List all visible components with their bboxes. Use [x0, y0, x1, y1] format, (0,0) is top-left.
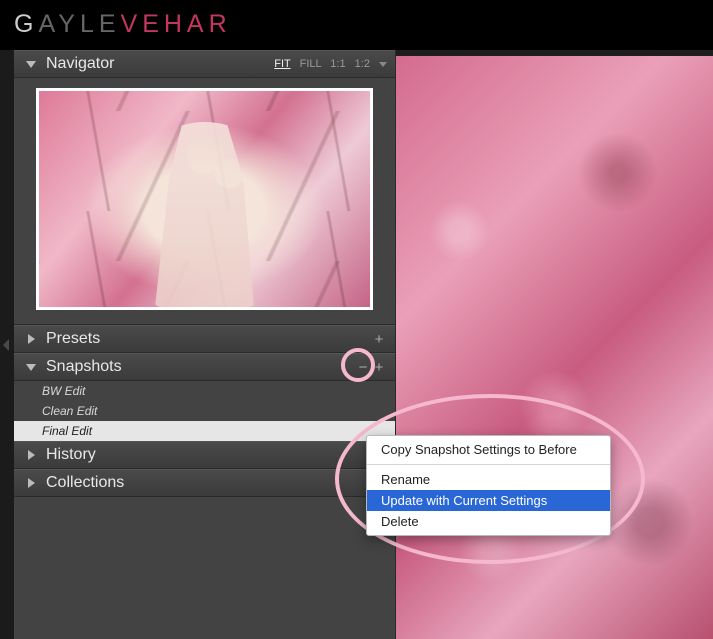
zoom-1-1[interactable]: 1:1	[330, 58, 345, 70]
zoom-fit[interactable]: FIT	[274, 58, 290, 70]
menu-update-current-settings[interactable]: Update with Current Settings	[367, 490, 610, 511]
collections-panel-header[interactable]: Collections +	[14, 469, 395, 497]
navigator-panel-header[interactable]: Navigator FIT FILL 1:1 1:2	[14, 50, 395, 78]
history-title: History	[46, 446, 371, 464]
navigator-thumbnail[interactable]	[36, 88, 373, 310]
menu-rename[interactable]: Rename	[367, 469, 610, 490]
snapshots-add-button[interactable]: +	[371, 359, 387, 376]
snapshot-item-selected[interactable]: Final Edit	[14, 421, 395, 441]
brand-part-1: G	[14, 10, 38, 38]
sidebar-empty-area	[14, 497, 395, 639]
navigator-title: Navigator	[46, 55, 268, 73]
left-sidebar: Navigator FIT FILL 1:1 1:2 Presets +	[14, 50, 396, 639]
disclosure-down-icon	[26, 59, 36, 69]
disclosure-right-icon	[26, 334, 36, 344]
zoom-1-2[interactable]: 1:2	[355, 58, 370, 70]
main-image-texture	[396, 56, 713, 639]
snapshots-remove-button[interactable]: −	[355, 359, 371, 376]
disclosure-right-icon	[26, 478, 36, 488]
presets-panel-header[interactable]: Presets +	[14, 325, 395, 353]
main-image-viewport[interactable]	[396, 50, 713, 639]
snapshot-item[interactable]: BW Edit	[14, 381, 395, 401]
disclosure-down-icon	[26, 362, 36, 372]
presets-add-button[interactable]: +	[371, 331, 387, 348]
disclosure-right-icon	[26, 450, 36, 460]
navigator-zoom-options: FIT FILL 1:1 1:2	[268, 58, 387, 70]
presets-title: Presets	[46, 330, 371, 348]
snapshots-title: Snapshots	[46, 358, 355, 376]
navigator-panel-body	[14, 78, 395, 325]
brand-part-2: AYLE	[38, 10, 120, 38]
history-panel-header[interactable]: History +	[14, 441, 395, 469]
chevron-left-icon	[3, 339, 11, 351]
collections-title: Collections	[46, 474, 371, 492]
zoom-more-icon[interactable]	[379, 58, 387, 70]
snapshots-panel-header[interactable]: Snapshots − +	[14, 353, 395, 381]
menu-separator	[367, 464, 610, 465]
zoom-fill[interactable]: FILL	[300, 58, 322, 70]
brand-part-3: VEHAR	[121, 10, 232, 38]
menu-copy-settings-before[interactable]: Copy Snapshot Settings to Before	[367, 439, 610, 460]
sidebar-collapse-gutter[interactable]	[0, 50, 14, 639]
snapshot-context-menu: Copy Snapshot Settings to Before Rename …	[366, 435, 611, 536]
snapshots-panel-body: BW Edit Clean Edit Final Edit	[14, 381, 395, 441]
menu-delete[interactable]: Delete	[367, 511, 610, 532]
snapshot-item[interactable]: Clean Edit	[14, 401, 395, 421]
brand-header: GAYLEVEHAR	[0, 0, 713, 50]
